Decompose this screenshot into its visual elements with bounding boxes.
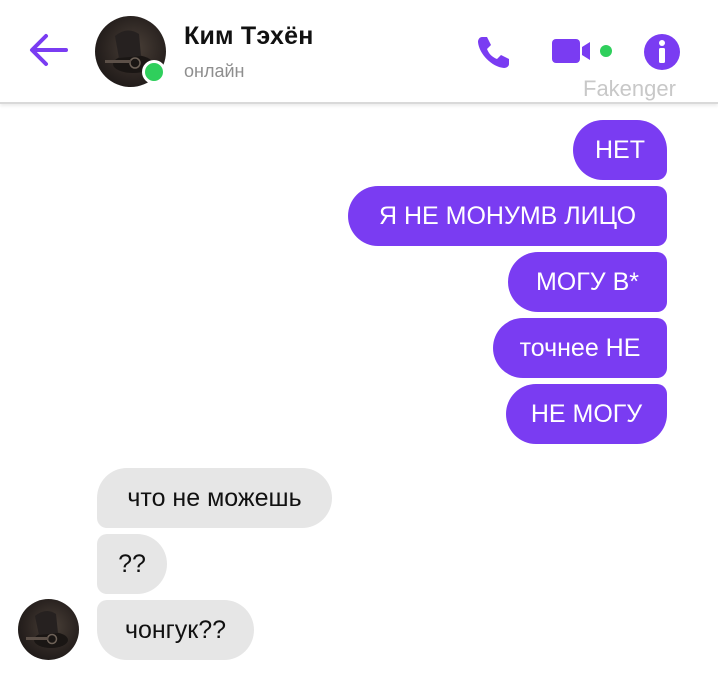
contact-avatar[interactable] <box>95 16 166 87</box>
incoming-message[interactable]: ?? <box>97 534 167 594</box>
info-button[interactable] <box>642 32 682 72</box>
incoming-message[interactable]: что не можешь <box>97 468 332 528</box>
info-icon <box>644 34 680 70</box>
call-button[interactable] <box>474 32 514 72</box>
video-camera-icon <box>552 39 612 63</box>
chat-header: Ким Тэхён онлайн Fakenger <box>0 0 718 104</box>
outgoing-message[interactable]: Я НЕ МОНУМВ ЛИЦО <box>348 186 667 246</box>
contact-status: онлайн <box>184 61 245 81</box>
video-call-button[interactable] <box>550 36 616 66</box>
outgoing-message[interactable]: точнее НЕ <box>493 318 667 378</box>
outgoing-message[interactable]: НЕ МОГУ <box>506 384 667 444</box>
sender-avatar[interactable] <box>18 599 79 660</box>
outgoing-message[interactable]: МОГУ В* <box>508 252 667 312</box>
back-button[interactable] <box>26 30 72 70</box>
back-arrow-icon <box>30 34 68 66</box>
contact-name[interactable]: Ким Тэхён <box>184 22 314 51</box>
incoming-message[interactable]: чонгук?? <box>97 600 254 660</box>
phone-icon <box>478 37 509 68</box>
online-indicator <box>142 60 166 84</box>
outgoing-message[interactable]: НЕТ <box>573 120 667 180</box>
watermark: Fakenger <box>583 76 676 101</box>
